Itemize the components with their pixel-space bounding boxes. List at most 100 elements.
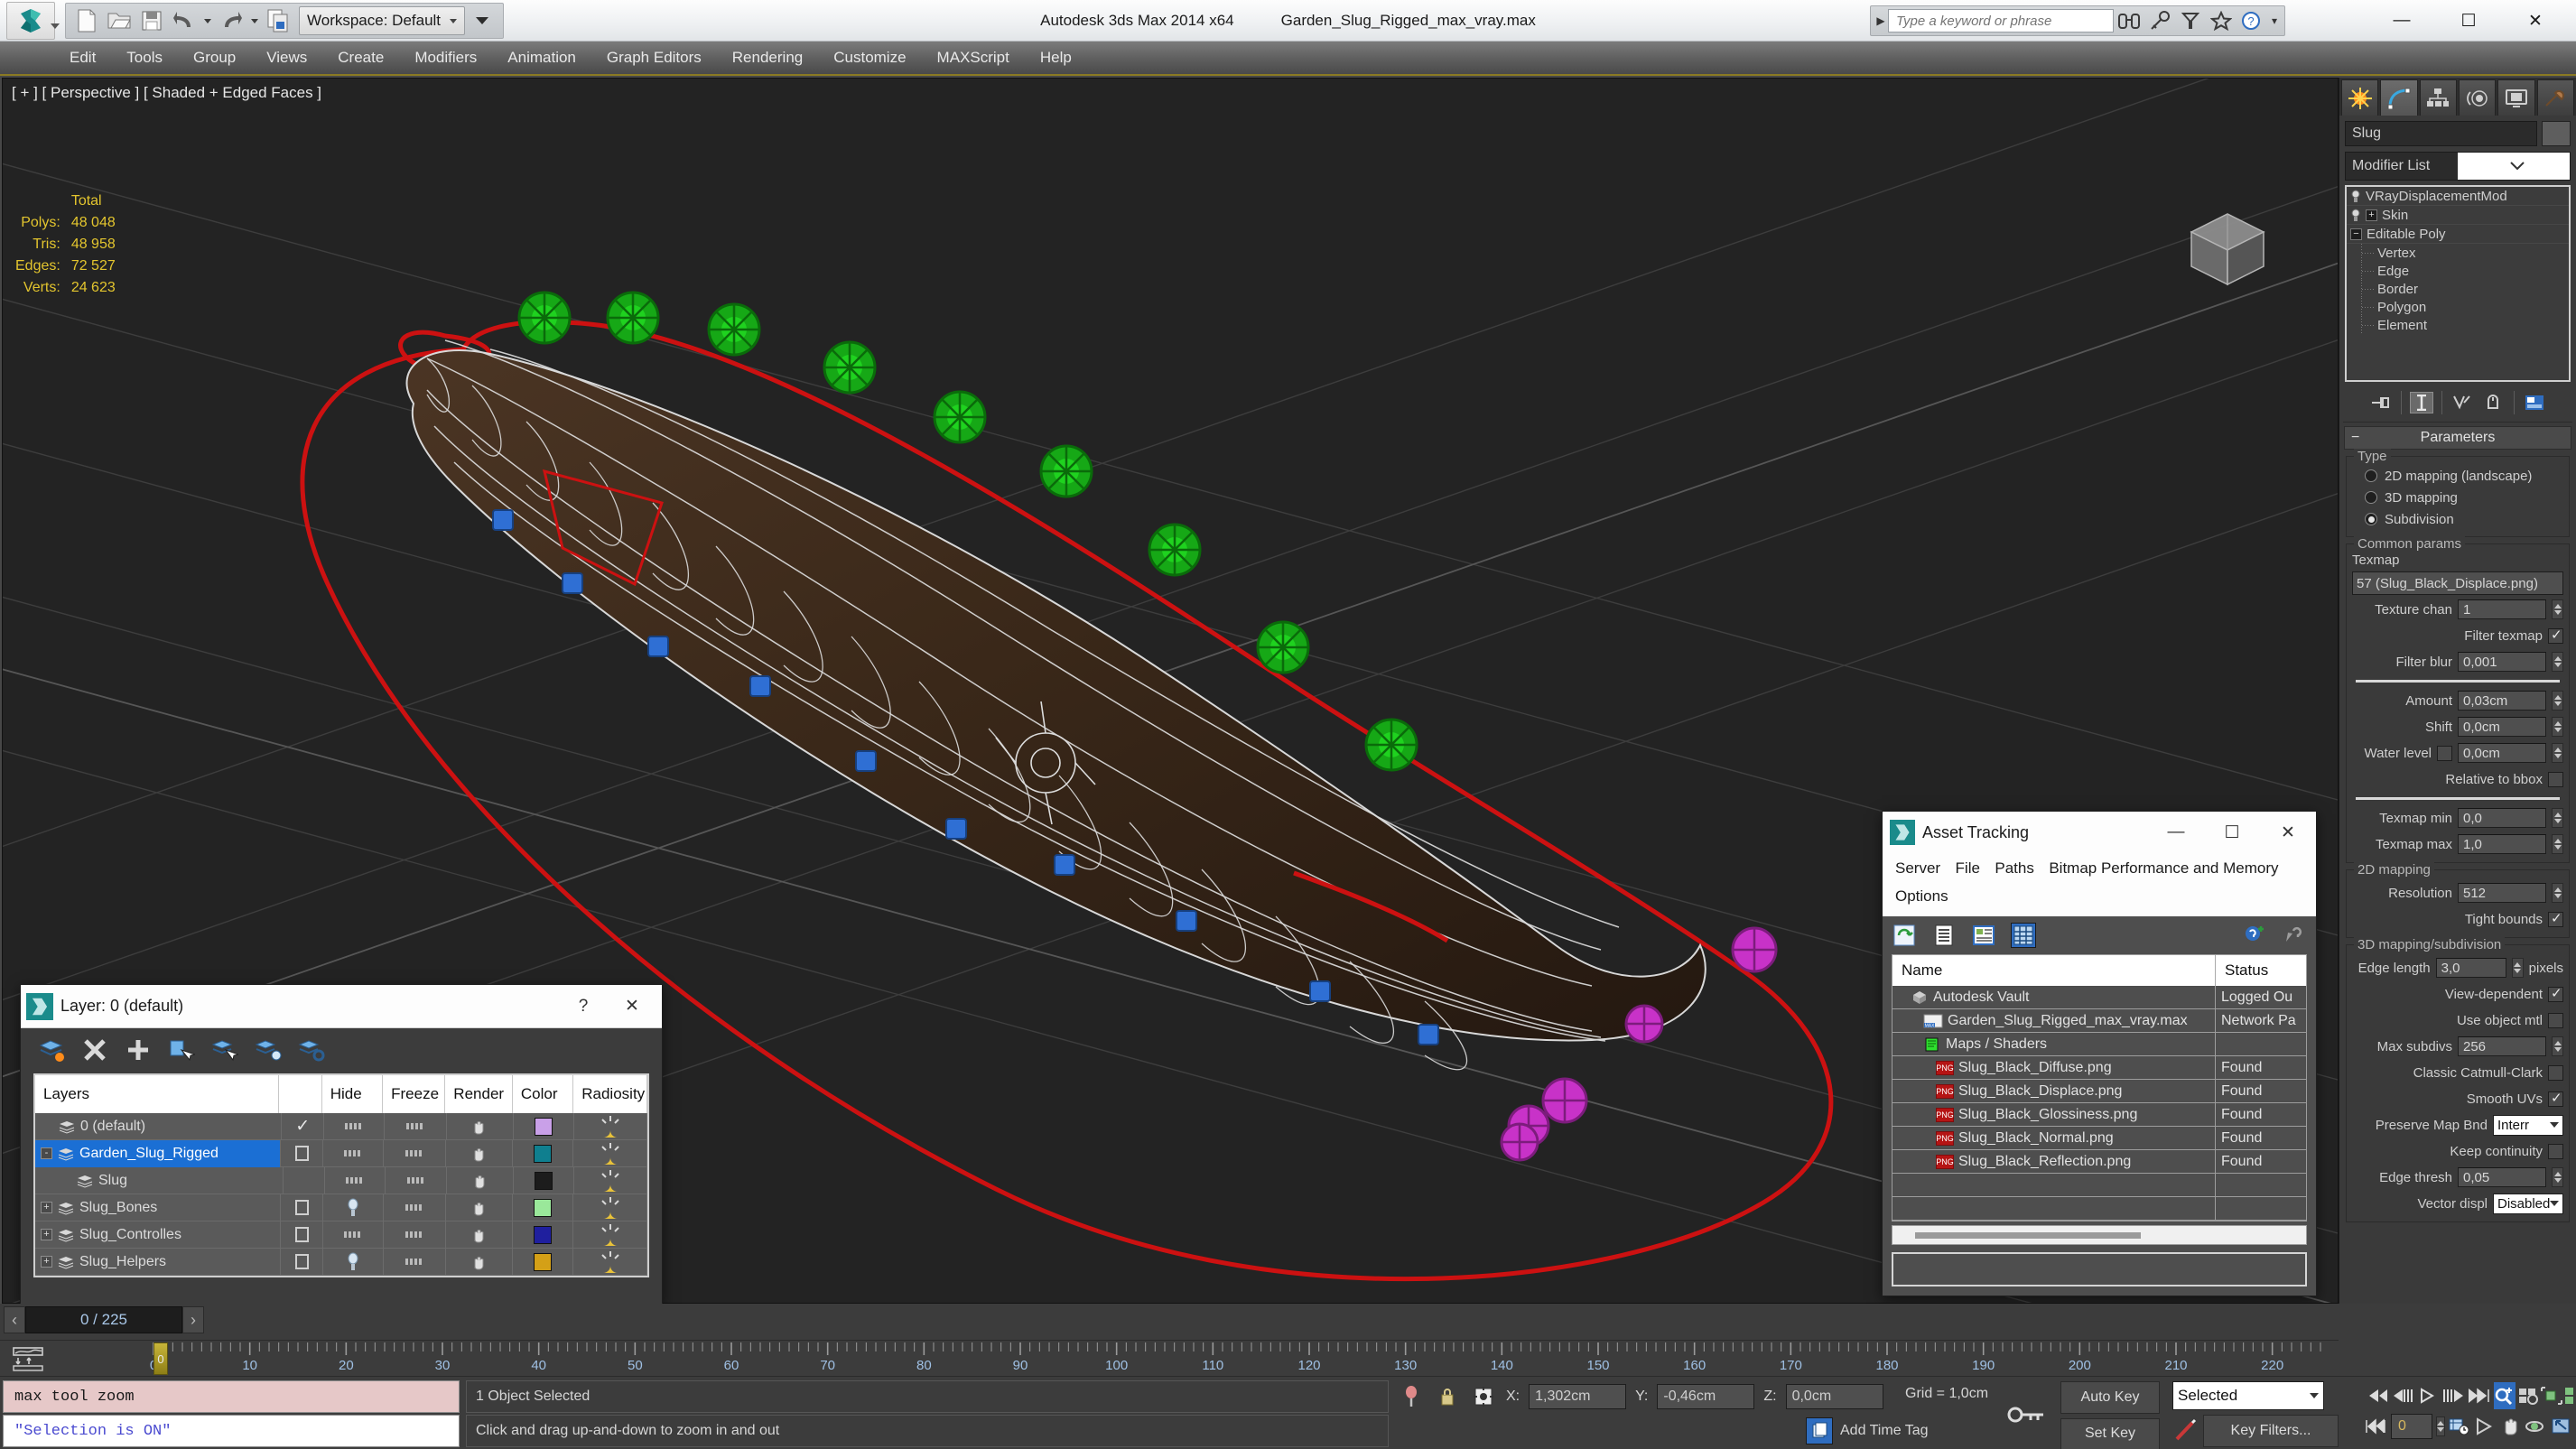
coord-y-field[interactable]: -0,46cm [1657,1384,1755,1409]
help-new-icon[interactable] [2242,923,2267,948]
render-hand-icon[interactable] [470,1200,488,1216]
project-icon[interactable] [263,5,293,36]
value-field[interactable]: 512 [2458,883,2546,903]
layer-freeze-cell[interactable] [384,1194,447,1221]
expand-icon[interactable]: + [2366,209,2377,221]
layer-color-cell[interactable] [513,1248,574,1276]
layer-freeze-cell[interactable] [385,1112,447,1140]
asset-row[interactable]: PNG Slug_Black_Diffuse.png Found [1892,1055,2306,1080]
radiosity-icon[interactable] [599,1142,622,1165]
checkbox[interactable] [2548,985,2563,1002]
asset-dialog-close[interactable]: ✕ [2260,813,2316,852]
help-icon[interactable]: ? [2237,7,2267,34]
modifier-editable-poly[interactable]: − Editable Poly [2347,225,2569,244]
create-new-layer-icon[interactable] [37,1036,66,1064]
checkbox[interactable] [2437,745,2452,761]
spinner-arrows[interactable] [2552,1036,2563,1056]
frame-spinner[interactable] [2436,1416,2445,1436]
radio-3d-mapping[interactable]: 3D mapping [2352,487,2563,508]
spinner-arrows[interactable] [2552,808,2563,828]
layer-hide-cell[interactable] [323,1194,385,1221]
layer-color-cell[interactable] [513,1194,574,1221]
layer-row[interactable]: - Garden_Slug_Rigged [35,1139,647,1167]
layer-hide-cell[interactable] [324,1112,386,1140]
lock-icon[interactable] [1434,1383,1461,1410]
value-field[interactable]: 0,0cm [2458,743,2546,763]
sub-object-vertex[interactable]: Vertex [2347,244,2569,262]
chevron-down-icon[interactable] [2310,1393,2319,1398]
radiosity-icon[interactable] [599,1196,622,1219]
auto-key-button[interactable]: Auto Key [2060,1381,2160,1414]
viewport-label[interactable]: [ + ] [ Perspective ] [ Shaded + Edged F… [12,84,321,102]
create-tab[interactable] [2341,79,2379,116]
checkbox[interactable] [2548,627,2563,644]
spinner-arrows[interactable] [2552,743,2563,763]
motion-tab[interactable] [2458,79,2497,116]
layer-dialog-close-button[interactable]: ✕ [608,986,656,1027]
scrollbar-thumb[interactable] [1915,1231,2141,1239]
layer-dialog[interactable]: Layer: 0 (default) ? ✕ Layers Hide Freez… [20,984,663,1305]
modifier-list-dropdown[interactable]: Modifier List [2345,152,2571,181]
redo-icon[interactable] [216,5,246,36]
layer-freeze-cell[interactable] [386,1166,448,1194]
layer-render-cell[interactable] [447,1166,515,1194]
spinner-arrows[interactable] [2511,958,2524,978]
infocenter-expand-icon[interactable]: ▶ [1874,14,1888,27]
layer-radiosity-cell[interactable] [573,1194,647,1221]
menu-item-modifiers[interactable]: Modifiers [399,43,492,72]
checkbox[interactable] [2548,1012,2563,1028]
spinner-arrows[interactable] [2552,599,2563,619]
goto-start-button[interactable] [2364,1382,2387,1409]
redo-dropdown-caret-icon[interactable] [251,18,258,23]
radio-subdivision[interactable]: Subdivision [2352,508,2563,530]
current-frame-field[interactable]: 0 [2391,1414,2432,1439]
checkbox[interactable] [2548,771,2563,787]
zoom-region-icon[interactable] [2517,1382,2539,1409]
hide-bulb-icon[interactable] [347,1198,359,1218]
collapse-icon[interactable]: − [2350,228,2362,240]
radiosity-icon[interactable] [599,1169,622,1192]
spinner-arrows[interactable] [2552,652,2563,672]
menu-item-edit[interactable]: Edit [54,43,111,72]
value-field[interactable]: 0,0cm [2458,717,2546,737]
checkbox[interactable] [2548,1064,2563,1081]
pin-stack-icon[interactable] [2369,392,2393,413]
value-field[interactable]: 0,001 [2458,652,2546,672]
value-field[interactable]: 0,03cm [2458,691,2546,711]
viewcube[interactable] [2173,196,2282,295]
asset-dialog-minimize[interactable]: — [2148,813,2204,852]
undo-icon[interactable] [169,5,200,36]
layer-current-cell[interactable] [281,1248,324,1276]
spinner-arrows[interactable] [2552,883,2563,903]
show-end-result-icon[interactable] [2410,392,2433,413]
key-mode-icon[interactable] [2007,1405,2047,1425]
key-icon[interactable] [2144,7,2175,34]
spinner-arrows[interactable] [2552,717,2563,737]
key-filters-button[interactable]: Key Filters... [2203,1415,2339,1447]
dropdown[interactable]: Disabled [2493,1193,2563,1214]
value-field[interactable]: 0,0 [2458,808,2546,828]
frame-indicator[interactable]: 0 / 225 [25,1306,182,1333]
value-field[interactable]: 3,0 [2435,958,2506,978]
configure-sets-icon[interactable] [2523,392,2546,413]
dropdown[interactable]: Interr [2493,1114,2563,1136]
chevron-down-icon[interactable] [2550,1122,2559,1128]
value-field[interactable]: 256 [2458,1036,2546,1056]
maxscript-prompt[interactable]: max tool zoom [3,1380,460,1413]
highlight-selected-objects-icon[interactable] [254,1036,283,1064]
menu-item-tools[interactable]: Tools [111,43,178,72]
layer-render-cell[interactable] [446,1248,514,1276]
layer-row[interactable]: + Slug_Helpers [35,1248,647,1276]
layer-radiosity-cell[interactable] [573,1139,647,1167]
menu-item-group[interactable]: Group [178,43,251,72]
workspace-caret-icon[interactable] [450,18,458,23]
pan-view-icon2[interactable] [2474,1413,2496,1440]
select-highlighted-objects-icon[interactable] [210,1036,239,1064]
sub-object-element[interactable]: Element [2347,316,2569,334]
maximize-viewport-toggle-icon[interactable] [2550,1413,2571,1440]
application-menu-caret-icon[interactable] [51,23,60,29]
sub-object-edge[interactable]: Edge [2347,262,2569,280]
minimize-button[interactable]: — [2368,0,2435,42]
layer-table[interactable]: Layers Hide Freeze Render Color Radiosity 0 (… [33,1073,649,1277]
render-hand-icon[interactable] [470,1146,488,1162]
